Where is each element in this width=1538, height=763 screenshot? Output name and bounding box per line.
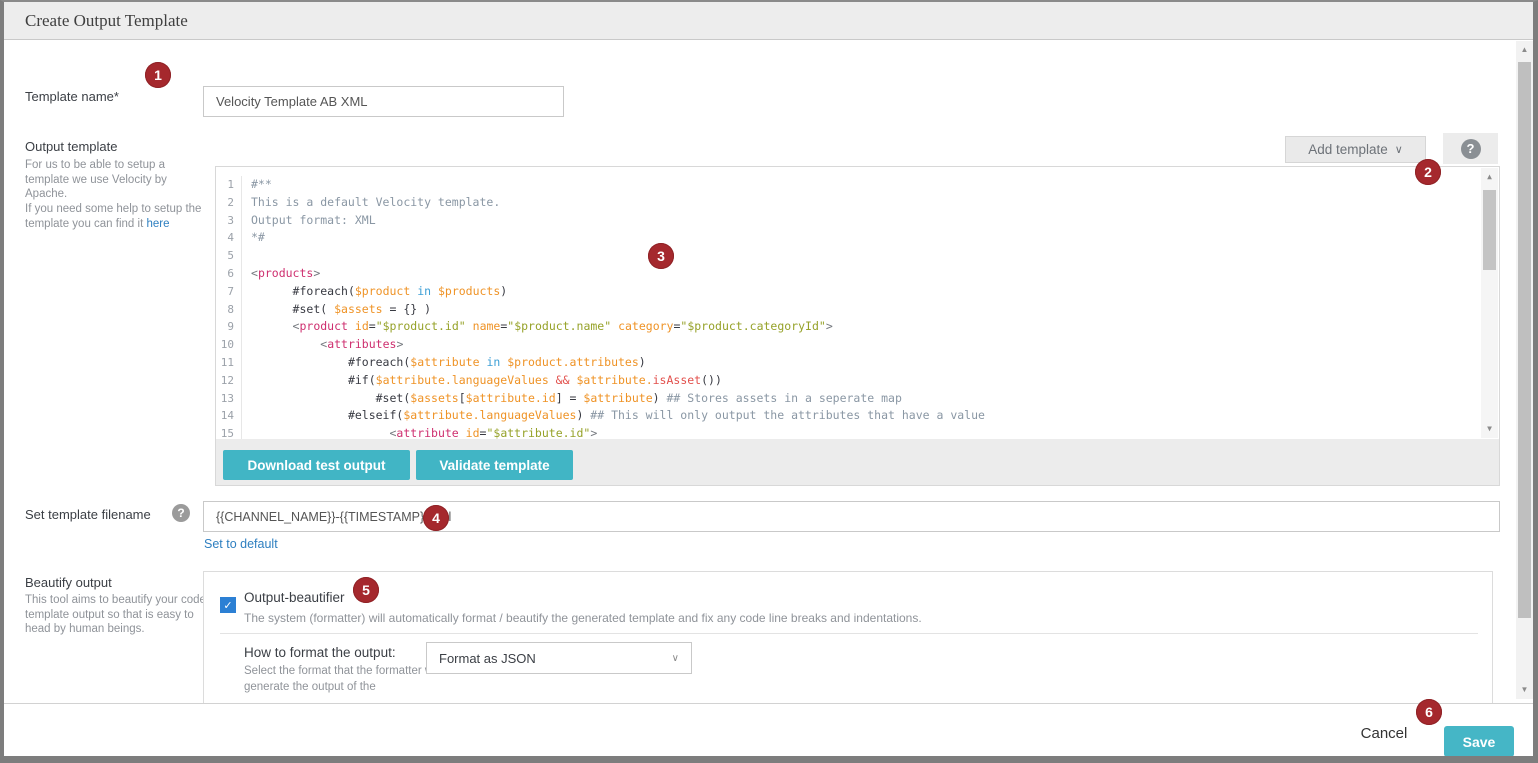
template-help-button[interactable]: ? [1443, 133, 1498, 164]
code-line: 13 #set($assets[$attribute.id] = $attrib… [216, 390, 1499, 408]
editor-scrollbar[interactable]: ▲ ▼ [1481, 168, 1498, 438]
format-select-dropdown[interactable]: Format as JSON ∨ [426, 642, 692, 674]
code-line: 3Output format: XML [216, 212, 1499, 230]
code-text: #set( $assets = {} ) [242, 301, 431, 319]
validate-template-button[interactable]: Validate template [416, 450, 573, 480]
code-lines: 1#**2This is a default Velocity template… [216, 167, 1499, 439]
code-text: <attribute id="$attribute.id"> [242, 425, 597, 439]
page-title: Create Output Template [25, 11, 188, 31]
annotation-badge-5: 5 [353, 577, 379, 603]
line-number: 5 [216, 247, 242, 265]
code-text: Output format: XML [242, 212, 376, 230]
code-line: 7 #foreach($product in $products) [216, 283, 1499, 301]
code-text [242, 247, 251, 265]
code-text: <attributes> [242, 336, 403, 354]
code-text: <products> [242, 265, 320, 283]
line-number: 14 [216, 407, 242, 425]
code-text: <product id="$product.id" name="$product… [242, 318, 833, 336]
line-number: 7 [216, 283, 242, 301]
line-number: 10 [216, 336, 242, 354]
editor-scroll-down-icon[interactable]: ▼ [1481, 422, 1498, 436]
code-text: #set($assets[$attribute.id] = $attribute… [242, 390, 902, 408]
output-template-panel: 1#**2This is a default Velocity template… [215, 166, 1500, 486]
chevron-down-icon: ∨ [1395, 143, 1403, 156]
add-template-button[interactable]: Add template ∨ [1285, 136, 1426, 163]
editor-scroll-up-icon[interactable]: ▲ [1481, 170, 1498, 184]
line-number: 9 [216, 318, 242, 336]
format-select-value: Format as JSON [439, 651, 536, 666]
code-line: 1#** [216, 176, 1499, 194]
output-template-help: For us to be able to setup a template we… [25, 158, 207, 232]
filename-label: Set template filename [25, 507, 151, 522]
page-scroll-down-icon[interactable]: ▼ [1516, 683, 1533, 697]
code-line: 12 #if($attribute.languageValues && $att… [216, 372, 1499, 390]
code-text: #** [242, 176, 272, 194]
annotation-badge-2: 2 [1415, 159, 1441, 185]
beautify-panel: ✓ Output-beautifier The system (formatte… [203, 571, 1493, 704]
line-number: 13 [216, 390, 242, 408]
template-name-input[interactable] [203, 86, 564, 117]
download-test-output-button[interactable]: Download test output [223, 450, 410, 480]
output-template-label: Output template [25, 139, 118, 154]
question-mark-icon: ? [1461, 139, 1481, 159]
beautify-label: Beautify output [25, 575, 112, 590]
code-text: #if($attribute.languageValues && $attrib… [242, 372, 722, 390]
filename-input[interactable] [203, 501, 1500, 532]
velocity-code-editor[interactable]: 1#**2This is a default Velocity template… [216, 167, 1499, 439]
set-to-default-link[interactable]: Set to default [204, 537, 278, 551]
line-number: 4 [216, 229, 242, 247]
code-line: 14 #elseif($attribute.languageValues) ##… [216, 407, 1499, 425]
cancel-button[interactable]: Cancel [1344, 721, 1424, 745]
code-text: This is a default Velocity template. [242, 194, 500, 212]
help-here-link[interactable]: here [146, 218, 169, 230]
output-template-help-text-1: For us to be able to setup a template we… [25, 159, 167, 200]
save-button[interactable]: Save [1444, 726, 1514, 757]
output-beautifier-label: Output-beautifier [244, 590, 345, 605]
line-number: 2 [216, 194, 242, 212]
code-line: 11 #foreach($attribute in $product.attri… [216, 354, 1499, 372]
code-text: #elseif($attribute.languageValues) ## Th… [242, 407, 985, 425]
page-scrollbar[interactable]: ▲ ▼ [1516, 41, 1533, 699]
annotation-badge-1: 1 [145, 62, 171, 88]
line-number: 11 [216, 354, 242, 372]
code-line: 9 <product id="$product.id" name="$produ… [216, 318, 1499, 336]
output-beautifier-description: The system (formatter) will automaticall… [244, 611, 1444, 625]
line-number: 12 [216, 372, 242, 390]
code-line: 4*# [216, 229, 1499, 247]
page-scroll-up-icon[interactable]: ▲ [1516, 43, 1533, 57]
window-header: Create Output Template [4, 2, 1533, 40]
format-output-label: How to format the output: [244, 645, 396, 660]
code-line: 5 [216, 247, 1499, 265]
code-line: 6<products> [216, 265, 1499, 283]
beautify-help: This tool aims to beautify your code tem… [25, 593, 207, 637]
checkmark-icon: ✓ [223, 599, 232, 612]
template-name-label: Template name* [25, 89, 119, 104]
code-line: 8 #set( $assets = {} ) [216, 301, 1499, 319]
line-number: 8 [216, 301, 242, 319]
line-number: 15 [216, 425, 242, 439]
code-line: 15 <attribute id="$attribute.id"> [216, 425, 1499, 439]
line-number: 3 [216, 212, 242, 230]
beautify-divider [220, 633, 1478, 634]
editor-scrollbar-thumb[interactable] [1483, 190, 1496, 270]
code-text: #foreach($product in $products) [242, 283, 507, 301]
annotation-badge-3: 3 [648, 243, 674, 269]
line-number: 1 [216, 176, 242, 194]
line-number: 6 [216, 265, 242, 283]
annotation-badge-4: 4 [423, 505, 449, 531]
format-output-help: Select the format that the formatter wil… [244, 664, 456, 695]
code-line: 2This is a default Velocity template. [216, 194, 1499, 212]
page-scrollbar-thumb[interactable] [1518, 62, 1531, 618]
create-output-template-window: Create Output Template 1 2 3 4 5 6 Templ… [0, 0, 1538, 763]
filename-help-icon[interactable]: ? [172, 504, 190, 522]
code-line: 10 <attributes> [216, 336, 1499, 354]
code-text: #foreach($attribute in $product.attribut… [242, 354, 646, 372]
add-template-button-label: Add template [1308, 142, 1388, 157]
select-chevron-down-icon: ∨ [672, 653, 679, 664]
output-beautifier-checkbox[interactable]: ✓ [220, 597, 236, 613]
code-text: *# [242, 229, 265, 247]
annotation-badge-6: 6 [1416, 699, 1442, 725]
output-template-help-text-2: If you need some help to setup the templ… [25, 203, 201, 230]
footer-bar: Cancel Save [4, 703, 1533, 756]
